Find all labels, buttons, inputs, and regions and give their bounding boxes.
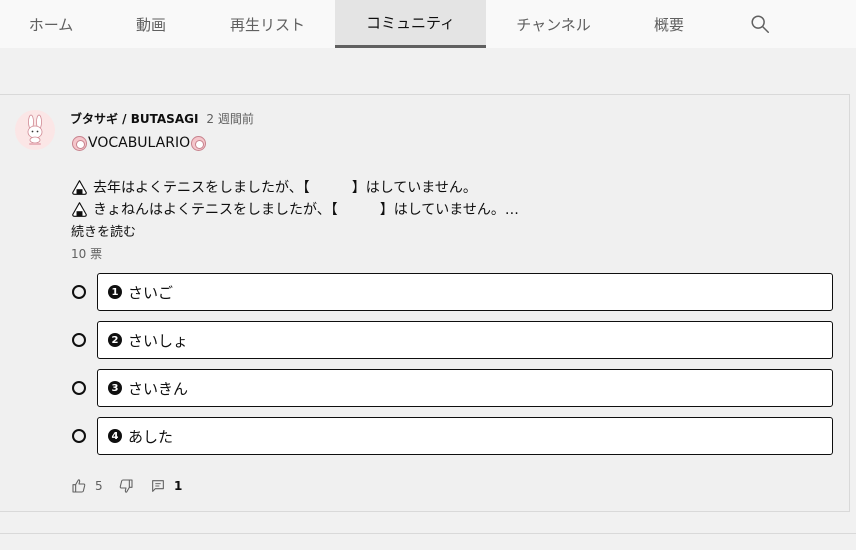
tab-home[interactable]: ホーム xyxy=(0,0,102,48)
option-number-badge: 2 xyxy=(108,333,122,347)
post-title-line: VOCABULARIO xyxy=(71,133,207,153)
post-line-2: きょねんはよくテニスをしましたが、【 】はしていません。… xyxy=(71,199,519,219)
tab-videos-label: 動画 xyxy=(135,15,166,34)
option-number-badge: 3 xyxy=(108,381,122,395)
poll-radio-4[interactable] xyxy=(72,429,86,443)
option-number-badge: 4 xyxy=(108,429,122,443)
thumbs-up-icon[interactable] xyxy=(71,478,87,494)
avatar[interactable] xyxy=(15,110,55,150)
thumbs-down-icon[interactable] xyxy=(118,478,134,494)
poll-option-label: さいきん xyxy=(128,379,189,398)
post-title: VOCABULARIO xyxy=(88,135,191,151)
poll-option-label: さいご xyxy=(128,283,174,302)
poll-radio-1[interactable] xyxy=(72,285,86,299)
post-time[interactable]: 2 週間前 xyxy=(206,110,253,127)
tab-home-label: ホーム xyxy=(28,15,74,34)
bunny-logo-icon xyxy=(27,114,43,145)
poll-option-3[interactable]: 3 さいきん xyxy=(97,369,833,407)
read-more-link[interactable]: 続きを読む xyxy=(71,221,136,240)
like-count: 5 xyxy=(95,479,103,493)
post-line-1: 去年はよくテニスをしましたが、【 】はしていません。 xyxy=(71,177,477,197)
option-number-badge: 1 xyxy=(108,285,122,299)
tab-channels-label: チャンネル xyxy=(516,15,591,34)
tab-community-label: コミュニティ xyxy=(365,14,456,32)
poll-option-4[interactable]: 4 あした xyxy=(97,417,833,455)
poll-option-2[interactable]: 2 さいしょ xyxy=(97,321,833,359)
onigiri-icon xyxy=(72,179,87,195)
tab-playlists-label: 再生リスト xyxy=(229,15,305,34)
onigiri-icon xyxy=(72,201,87,217)
poll-radio-2[interactable] xyxy=(72,333,86,347)
vote-count: 10 票 xyxy=(71,247,103,261)
tab-community[interactable]: コミュニティ xyxy=(335,0,486,48)
comment-count[interactable]: 1 xyxy=(174,479,182,493)
post-text-line-1: 去年はよくテニスをしましたが、【 】はしていません。 xyxy=(93,180,477,196)
poll-option-label: さいしょ xyxy=(128,331,189,350)
comment-icon[interactable] xyxy=(150,478,166,494)
tab-channels[interactable]: チャンネル xyxy=(486,0,621,48)
poll-option-1[interactable]: 1 さいご xyxy=(97,273,833,311)
pink-circle-icon xyxy=(72,135,87,151)
author-name[interactable]: ブタサギ / BUTASAGI xyxy=(70,110,198,127)
pink-circle-icon xyxy=(191,135,207,151)
tab-playlists[interactable]: 再生リスト xyxy=(200,0,335,48)
post-text-line-2: きょねんはよくテニスをしましたが、【 】はしていません。… xyxy=(93,202,519,218)
channel-tab-bar: ホーム 動画 再生リスト コミュニティ チャンネル 概要 xyxy=(0,0,856,48)
post-header: ブタサギ / BUTASAGI 2 週間前 xyxy=(70,110,254,128)
poll-radio-3[interactable] xyxy=(72,381,86,395)
divider xyxy=(0,533,856,534)
poll-option-label: あした xyxy=(128,427,174,446)
tab-about[interactable]: 概要 xyxy=(621,0,717,48)
search-icon[interactable] xyxy=(749,13,771,35)
tab-about-label: 概要 xyxy=(653,15,684,34)
tab-videos[interactable]: 動画 xyxy=(102,0,200,48)
